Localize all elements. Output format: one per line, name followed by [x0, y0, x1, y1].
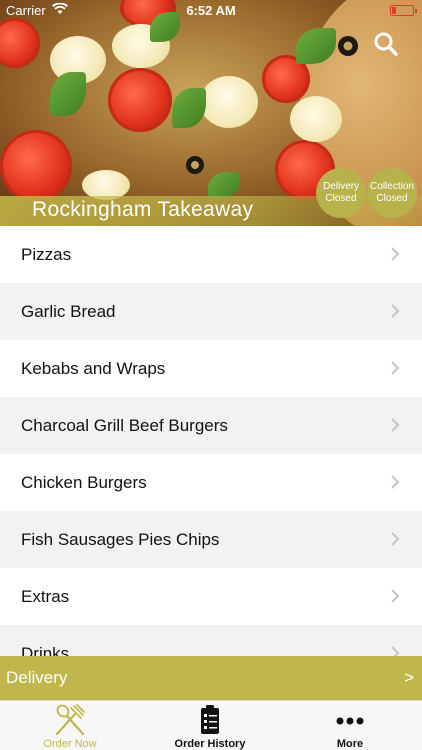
menu-category-extras[interactable]: Extras	[0, 568, 422, 625]
chevron-right-icon	[391, 646, 400, 656]
basil-topping	[172, 88, 206, 128]
delivery-mode-bar[interactable]: Delivery >	[0, 656, 422, 700]
battery-icon	[390, 5, 417, 16]
chevron-right-icon	[391, 589, 400, 603]
tab-more[interactable]: More	[280, 701, 420, 750]
olive-topping	[338, 36, 358, 56]
menu-category-drinks[interactable]: Drinks	[0, 625, 422, 656]
clipboard-icon	[201, 705, 219, 734]
delivery-status-text: Delivery Closed	[322, 181, 360, 204]
chevron-right-icon	[391, 418, 400, 432]
menu-category-kebabs-and-wraps[interactable]: Kebabs and Wraps	[0, 340, 422, 397]
tomato-topping	[0, 130, 72, 202]
menu-category-chicken-burgers[interactable]: Chicken Burgers	[0, 454, 422, 511]
chevron-right-icon	[391, 361, 400, 375]
tomato-topping	[108, 68, 172, 132]
more-dots-icon	[336, 717, 364, 725]
menu-category-label: Charcoal Grill Beef Burgers	[21, 415, 228, 435]
search-icon	[374, 32, 398, 56]
menu-category-label: Chicken Burgers	[21, 472, 147, 492]
olive-topping	[186, 156, 204, 174]
search-button[interactable]	[373, 31, 399, 57]
mozzarella-topping	[200, 76, 258, 128]
chevron-right-icon	[391, 475, 400, 489]
tab-label: Order Now	[43, 738, 97, 750]
chevron-right-icon	[391, 304, 400, 318]
basil-topping	[50, 72, 86, 116]
basil-topping	[208, 172, 240, 198]
tab-bar: Order Now Order History More	[0, 700, 422, 750]
status-bar: Carrier 6:52 AM	[0, 0, 422, 22]
collection-status-text: Collection Closed	[370, 181, 414, 204]
restaurant-name: Rockingham Takeaway	[32, 198, 254, 221]
menu-category-garlic-bread[interactable]: Garlic Bread	[0, 283, 422, 340]
chevron-right-icon	[391, 532, 400, 546]
menu-category-beef-burgers[interactable]: Charcoal Grill Beef Burgers	[0, 397, 422, 454]
tomato-topping	[0, 18, 40, 68]
menu-category-label: Kebabs and Wraps	[21, 358, 166, 378]
tab-label: Order History	[174, 738, 246, 750]
menu-category-list: Pizzas Garlic Bread Kebabs and Wraps Cha…	[0, 226, 422, 656]
menu-category-label: Extras	[21, 586, 70, 606]
tab-order-history[interactable]: Order History	[140, 701, 280, 750]
utensils-icon	[55, 704, 85, 736]
menu-category-pizzas[interactable]: Pizzas	[0, 226, 422, 283]
collection-status-badge: Collection Closed	[367, 168, 417, 218]
chevron-right-icon	[391, 247, 400, 261]
tab-order-now[interactable]: Order Now	[0, 701, 140, 750]
menu-category-label: Drinks	[21, 643, 70, 657]
menu-category-label: Pizzas	[21, 244, 72, 264]
clock: 6:52 AM	[186, 3, 236, 18]
menu-category-label: Fish Sausages Pies Chips	[21, 529, 220, 549]
menu-category-fish-sausages-pies-chips[interactable]: Fish Sausages Pies Chips	[0, 511, 422, 568]
chevron-right-icon: >	[404, 668, 414, 687]
tab-label: More	[336, 738, 364, 750]
delivery-status-badge: Delivery Closed	[316, 168, 366, 218]
delivery-mode-label: Delivery	[6, 668, 68, 687]
mozzarella-topping	[290, 96, 342, 142]
menu-category-label: Garlic Bread	[21, 301, 116, 321]
